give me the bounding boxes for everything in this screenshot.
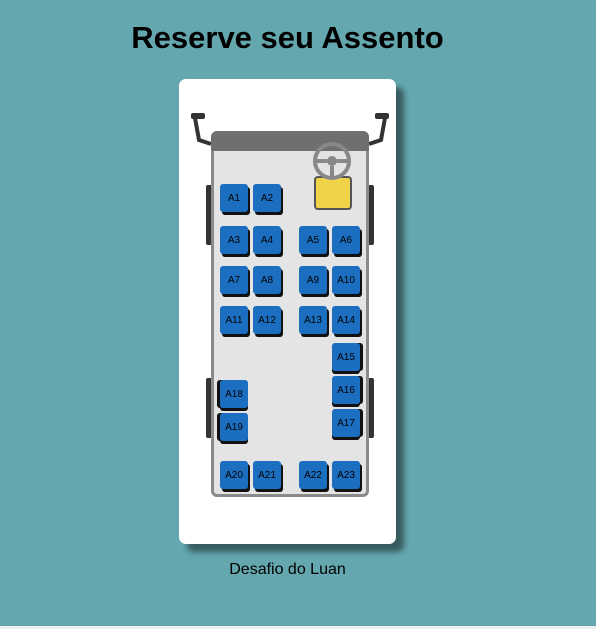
seat-a9[interactable]: A9 [299, 266, 327, 294]
seat-a7[interactable]: A7 [220, 266, 248, 294]
seat-a14[interactable]: A14 [332, 306, 360, 334]
seat-a19[interactable]: A19 [220, 413, 248, 441]
steering-wheel-icon [313, 142, 351, 180]
seat-a8[interactable]: A8 [253, 266, 281, 294]
seat-a4[interactable]: A4 [253, 226, 281, 254]
seat-a5[interactable]: A5 [299, 226, 327, 254]
seat-a18[interactable]: A18 [220, 380, 248, 408]
seat-a3[interactable]: A3 [220, 226, 248, 254]
seat-a23[interactable]: A23 [332, 461, 360, 489]
seat-a16[interactable]: A16 [332, 376, 360, 404]
seat-a2[interactable]: A2 [253, 184, 281, 212]
seat-a13[interactable]: A13 [299, 306, 327, 334]
seat-a11[interactable]: A11 [220, 306, 248, 334]
seat-a12[interactable]: A12 [253, 306, 281, 334]
seat-a21[interactable]: A21 [253, 461, 281, 489]
seat-a22[interactable]: A22 [299, 461, 327, 489]
seat-a6[interactable]: A6 [332, 226, 360, 254]
page-title: Reserve seu Assento [131, 20, 444, 55]
seat-a1[interactable]: A1 [220, 184, 248, 212]
footer-credit: Desafio do Luan [229, 561, 346, 578]
seat-a10[interactable]: A10 [332, 266, 360, 294]
seat-a15[interactable]: A15 [332, 343, 360, 371]
seat-a20[interactable]: A20 [220, 461, 248, 489]
seat-a17[interactable]: A17 [332, 409, 360, 437]
